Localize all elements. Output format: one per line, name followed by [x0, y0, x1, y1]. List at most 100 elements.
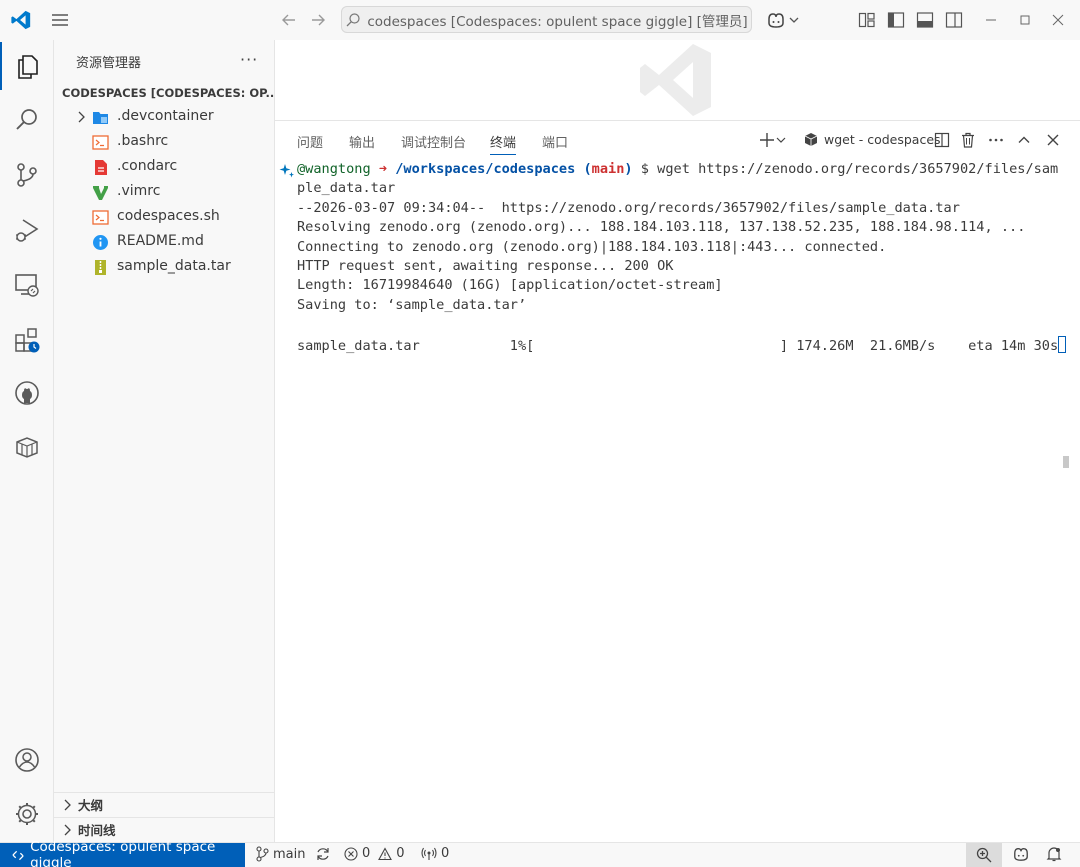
accounts-icon [15, 748, 39, 772]
activity-remote-explorer[interactable] [0, 261, 54, 309]
bell-icon [1046, 847, 1062, 862]
customize-layout-icon[interactable] [858, 11, 876, 29]
progress-text: sample_data.tar 1%[ ] 174.26M 21.6MB/s e… [297, 337, 1059, 354]
terminal-line: ple_data.tar [297, 180, 396, 197]
file-name: .devcontainer [117, 108, 214, 124]
copilot-status[interactable] [1012, 846, 1030, 862]
copilot-icon [1014, 847, 1028, 861]
vscode-window: codespaces [Codespaces: opulent space gi… [0, 0, 1080, 867]
sidebar-title: 资源管理器 [76, 56, 142, 71]
maximize-panel-button[interactable] [1013, 129, 1035, 151]
new-terminal-button[interactable] [755, 129, 791, 151]
ports-count: 0 [441, 846, 450, 861]
split-icon [934, 132, 950, 148]
problems-indicator[interactable]: 0 0 [344, 846, 405, 861]
copilot-button[interactable] [766, 9, 802, 31]
file-name: codespaces.sh [117, 208, 220, 224]
close-panel-button[interactable] [1042, 129, 1064, 151]
close-icon[interactable] [1048, 10, 1068, 30]
shell-file-icon [92, 135, 109, 150]
file-name: README.md [117, 233, 204, 249]
containers-icon [16, 437, 38, 458]
broadcast-icon [421, 847, 437, 860]
chevron-up-icon [1018, 136, 1030, 143]
activity-run-debug[interactable] [0, 206, 54, 254]
terminal-cursor [1058, 335, 1067, 353]
chevron-down-icon [776, 137, 786, 143]
tree-item-bashrc[interactable]: .bashrc [54, 130, 275, 155]
back-arrow-icon[interactable] [279, 10, 299, 30]
git-branch-icon [256, 846, 269, 862]
activity-containers[interactable] [0, 423, 54, 471]
toggle-secondary-sidebar-icon[interactable] [945, 11, 963, 29]
activity-settings[interactable] [0, 790, 54, 838]
more-actions-button[interactable]: ··· [240, 50, 258, 69]
branch-indicator[interactable]: main [255, 846, 331, 862]
outline-section[interactable]: 大纲 [54, 792, 275, 816]
tree-item-devcontainer[interactable]: .devcontainer [54, 105, 275, 130]
workspace-folder-header[interactable]: CODESPACES [CODESPACES: OP... [60, 82, 274, 104]
terminal-instance-label[interactable]: wget - codespaces [804, 132, 941, 147]
toggle-panel-icon[interactable] [916, 11, 934, 29]
zoom-button[interactable] [966, 843, 1002, 867]
prompt-arrow: ➜ [378, 161, 388, 177]
notifications-button[interactable] [1046, 846, 1062, 862]
activity-explorer[interactable] [0, 42, 54, 90]
prompt-user: @wangtong [297, 161, 371, 177]
menu-icon[interactable] [50, 10, 70, 30]
terminal-scrollbar[interactable] [1063, 456, 1069, 468]
tab-debug-console[interactable]: 调试控制台 [401, 132, 466, 151]
title-bar: codespaces [Codespaces: opulent space gi… [0, 0, 1080, 40]
error-count: 0 [362, 846, 371, 861]
activity-accounts[interactable] [0, 736, 54, 784]
terminal-line: Saving to: ‘sample_data.tar’ [297, 296, 527, 313]
ports-indicator[interactable]: 0 [421, 846, 449, 861]
activity-github[interactable] [0, 369, 54, 417]
command-center-search[interactable]: codespaces [Codespaces: opulent space gi… [341, 6, 752, 33]
maximize-icon[interactable] [1015, 10, 1035, 30]
terminal-prompt-line: @wangtong ➜ /workspaces/codespaces (main… [297, 161, 1058, 180]
sparkle-icon [279, 164, 294, 178]
timeline-label: 时间线 [78, 823, 116, 838]
timeline-section[interactable]: 时间线 [54, 817, 275, 841]
tree-item-vimrc[interactable]: .vimrc [54, 180, 275, 205]
file-name: .vimrc [117, 183, 161, 199]
chevron-right-icon [78, 111, 85, 123]
branch-name: main [273, 846, 306, 862]
forward-arrow-icon[interactable] [308, 10, 328, 30]
prompt-branch: main [591, 161, 625, 177]
search-icon [16, 109, 37, 130]
run-debug-icon [16, 219, 39, 242]
workspace-folder-name: CODESPACES [CODESPACES: OP... [62, 86, 274, 100]
split-terminal-button[interactable] [931, 129, 953, 151]
outline-label: 大纲 [78, 798, 104, 813]
tab-terminal[interactable]: 终端 [490, 132, 517, 155]
file-name: sample_data.tar [117, 258, 231, 274]
terminal-line: Connecting to zenodo.org (zenodo.org)|18… [297, 238, 887, 255]
minimize-icon[interactable] [981, 10, 1001, 30]
yaml-file-icon [95, 160, 107, 175]
terminal-name: wget - codespaces [824, 132, 941, 147]
kill-terminal-button[interactable] [957, 129, 979, 151]
tree-item-condarc[interactable]: .condarc [54, 155, 275, 180]
activity-extensions[interactable] [0, 316, 54, 364]
activity-search[interactable] [0, 96, 54, 144]
tree-item-readme[interactable]: README.md [54, 230, 275, 255]
remote-icon [12, 850, 24, 860]
tab-problems[interactable]: 问题 [297, 132, 323, 151]
zoom-in-icon [976, 847, 992, 863]
tab-ports[interactable]: 端口 [542, 132, 568, 151]
tree-item-codespaces-sh[interactable]: codespaces.sh [54, 205, 275, 230]
tree-item-sample-data-tar[interactable]: sample_data.tar [54, 255, 275, 280]
plus-icon [760, 133, 774, 147]
chevron-down-icon [789, 17, 799, 23]
more-panel-actions-button[interactable] [985, 129, 1007, 151]
prompt-path: /workspaces/codespaces [395, 161, 576, 177]
chevron-right-icon [64, 799, 71, 810]
toggle-sidebar-icon[interactable] [887, 11, 905, 29]
activity-source-control[interactable] [0, 151, 54, 199]
terminal-line: Length: 16719984640 (16G) [application/o… [297, 277, 723, 294]
prompt-branch-close: ) [624, 161, 633, 177]
tab-output[interactable]: 输出 [349, 132, 375, 151]
remote-indicator[interactable]: Codespaces: opulent space giggle [0, 839, 245, 867]
